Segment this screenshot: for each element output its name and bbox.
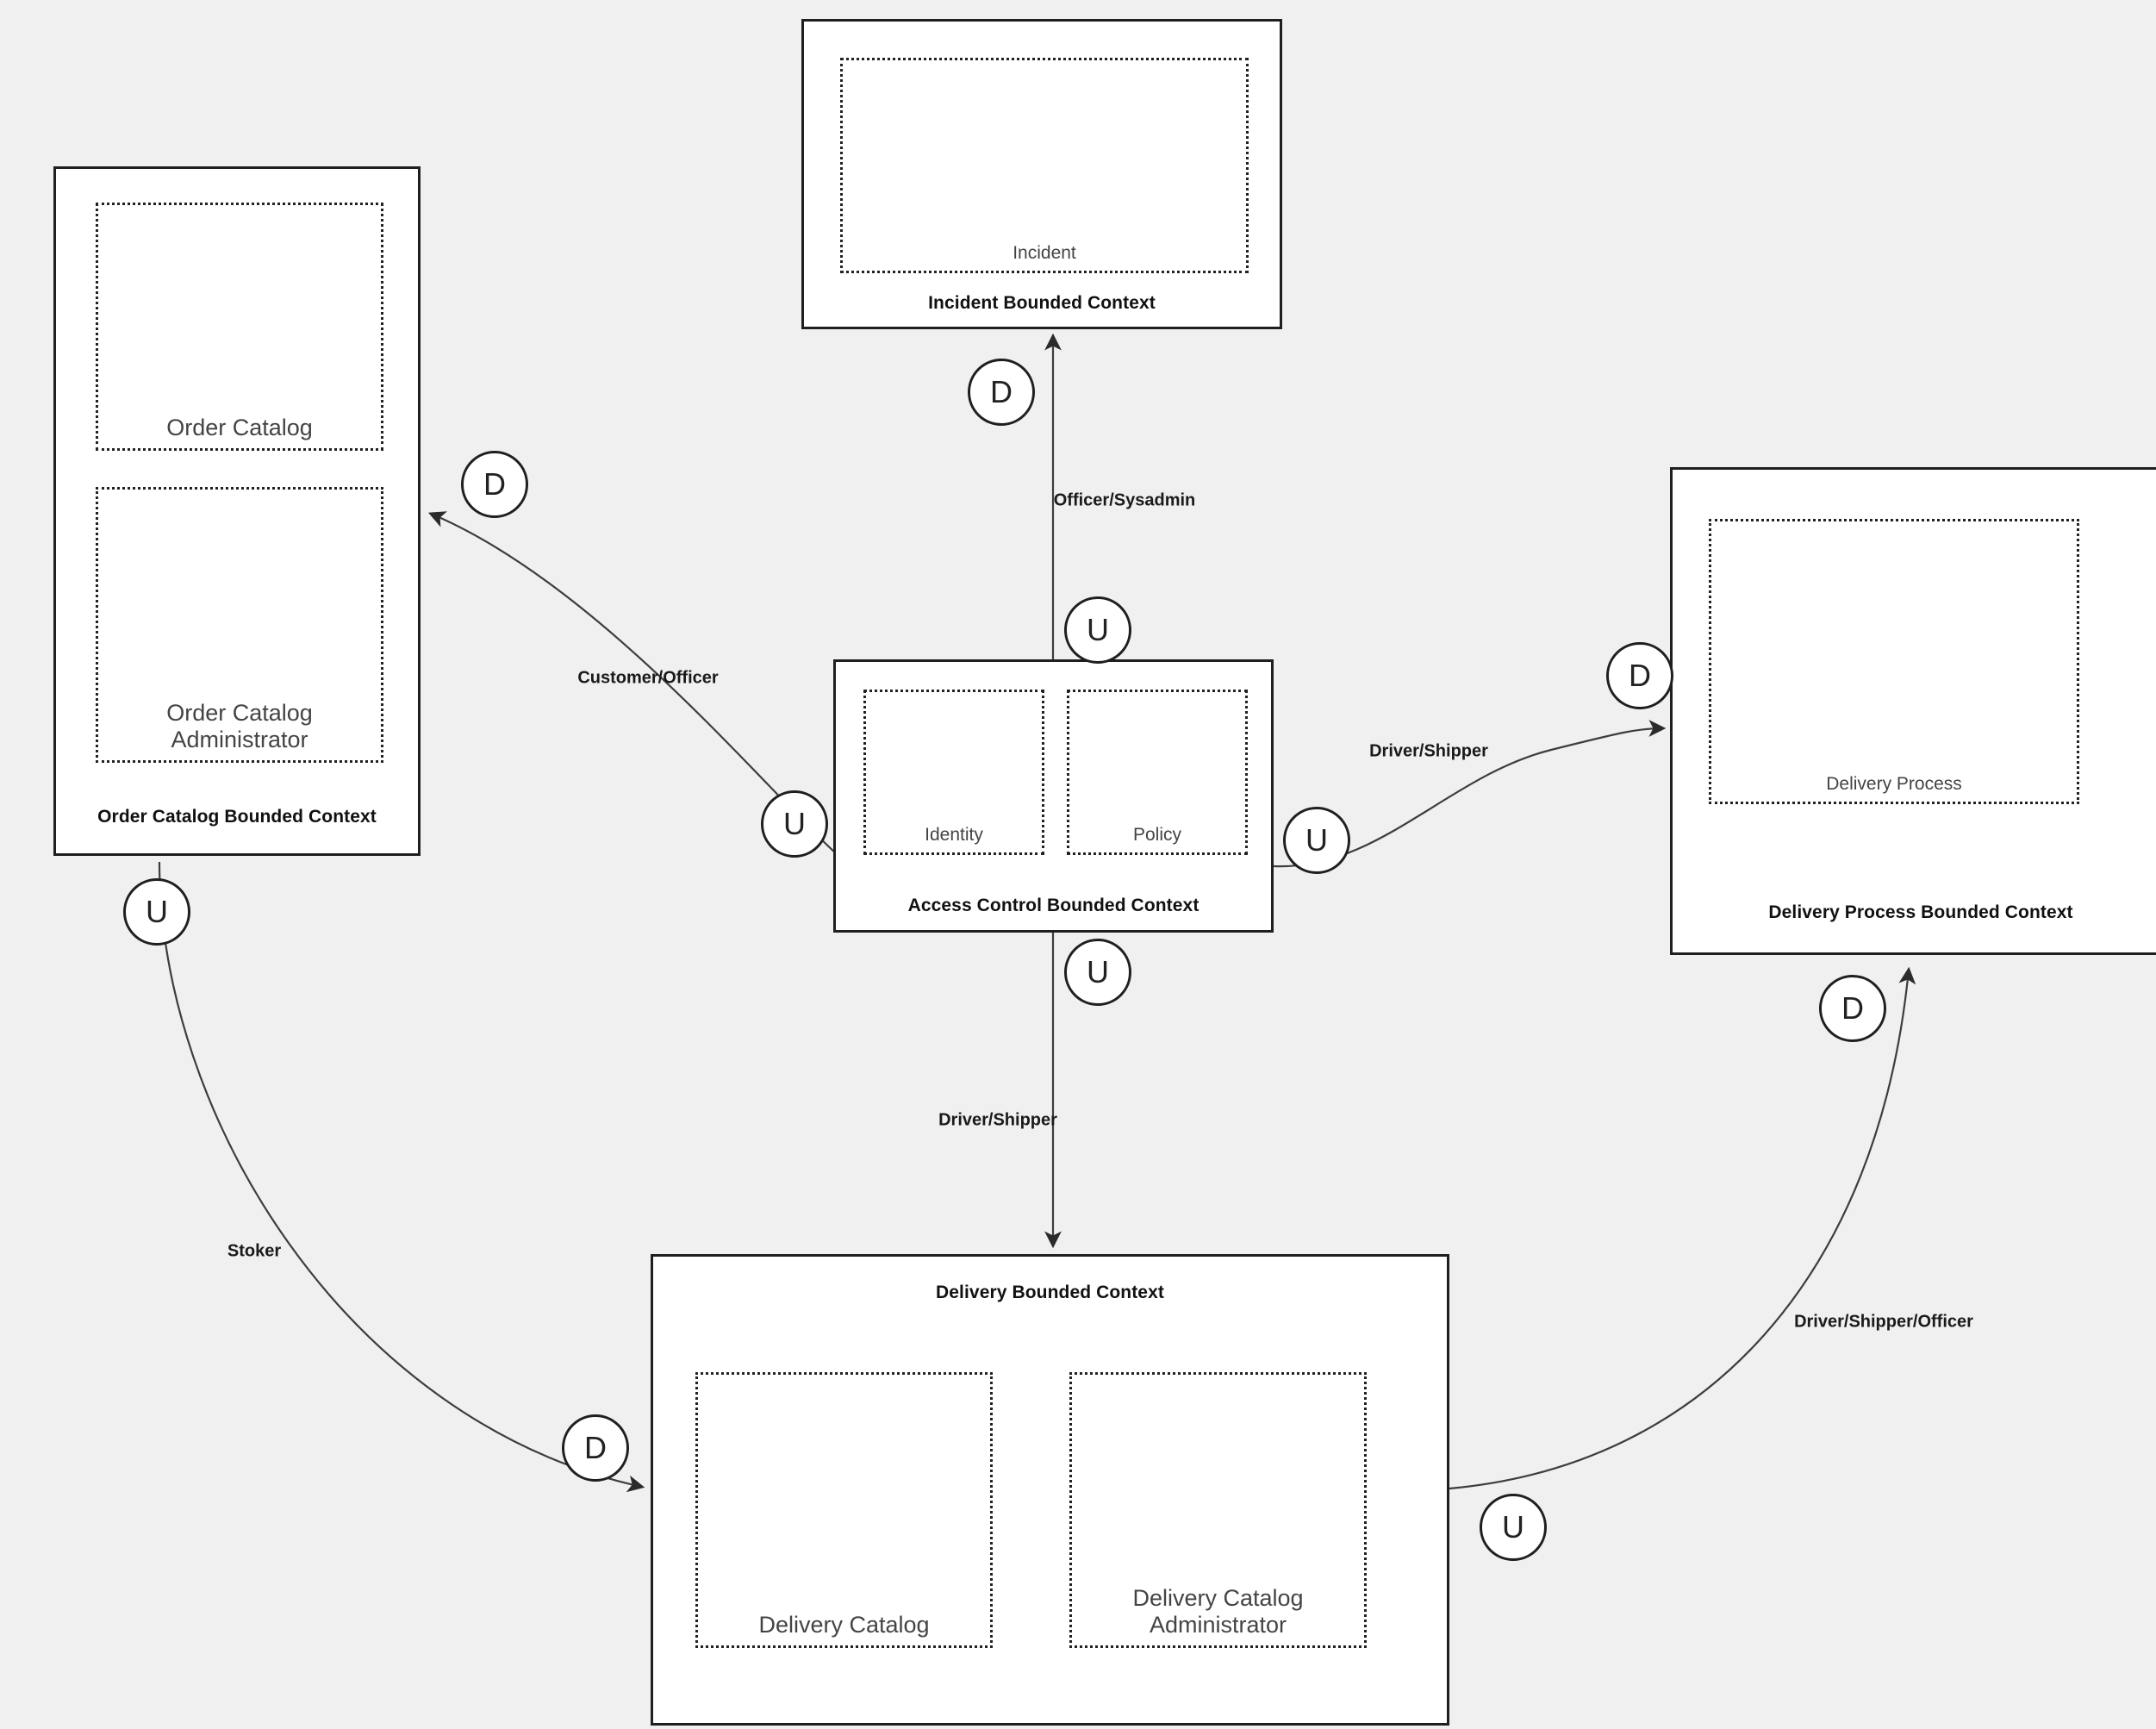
badge-downstream-delivery-process[interactable]: D: [1606, 642, 1673, 709]
bounded-context-order-catalog[interactable]: Order Catalog Order Catalog Administrato…: [53, 166, 421, 856]
aggregate-incident[interactable]: Incident: [840, 58, 1249, 273]
badge-downstream-delivery-process-from-delivery[interactable]: D: [1819, 975, 1886, 1042]
bounded-context-delivery[interactable]: Delivery Bounded Context Delivery Catalo…: [651, 1254, 1449, 1726]
edge-label-customer-officer: Customer/Officer: [577, 668, 719, 688]
bounded-context-access-control-title: Access Control Bounded Context: [907, 896, 1200, 915]
badge-upstream-access-control-delivery-process[interactable]: U: [1283, 807, 1350, 874]
aggregate-policy-label: Policy: [1132, 825, 1182, 845]
badge-upstream-access-control-incident[interactable]: U: [1064, 596, 1131, 664]
edge-label-driver-shipper-officer: Driver/Shipper/Officer: [1794, 1312, 1973, 1332]
aggregate-delivery-catalog-label: Delivery Catalog: [758, 1612, 930, 1638]
aggregate-order-catalog[interactable]: Order Catalog: [96, 203, 383, 451]
badge-upstream-order-catalog-delivery[interactable]: U: [123, 878, 190, 946]
aggregate-delivery-process-label: Delivery Process: [1826, 774, 1962, 794]
badge-upstream-access-control-order-catalog[interactable]: U: [761, 790, 828, 858]
badge-downstream-delivery-from-order-catalog[interactable]: D: [562, 1414, 629, 1482]
aggregate-identity-label: Identity: [925, 825, 983, 845]
aggregate-order-catalog-label: Order Catalog: [166, 415, 313, 440]
bounded-context-incident-title: Incident Bounded Context: [928, 293, 1156, 313]
bounded-context-delivery-title: Delivery Bounded Context: [936, 1283, 1164, 1302]
aggregate-policy[interactable]: Policy: [1067, 690, 1248, 855]
edge-label-officer-sysadmin: Officer/Sysadmin: [1053, 490, 1196, 510]
badge-upstream-access-control-delivery[interactable]: U: [1064, 939, 1131, 1006]
bounded-context-order-catalog-title: Order Catalog Bounded Context: [97, 807, 377, 827]
aggregate-incident-label: Incident: [1013, 243, 1076, 263]
context-map-canvas: Incident Incident Bounded Context Order …: [0, 0, 2156, 1729]
edge-order-catalog-to-delivery: [158, 861, 645, 1493]
aggregate-order-catalog-administrator[interactable]: Order Catalog Administrator: [96, 487, 383, 763]
edge-label-driver-shipper-process: Driver/Shipper: [1369, 741, 1488, 761]
edge-delivery-to-delivery-process: [1449, 966, 1916, 1490]
aggregate-delivery-catalog[interactable]: Delivery Catalog: [695, 1372, 993, 1648]
aggregate-delivery-catalog-administrator-label: Delivery Catalog Administrator: [1132, 1585, 1304, 1638]
aggregate-order-catalog-administrator-label: Order Catalog Administrator: [166, 700, 313, 752]
badge-downstream-order-catalog[interactable]: D: [461, 451, 528, 518]
badge-downstream-incident[interactable]: D: [968, 359, 1035, 426]
edge-label-stoker: Stoker: [227, 1241, 282, 1261]
badge-upstream-delivery-delivery-process[interactable]: U: [1480, 1494, 1547, 1561]
bounded-context-incident[interactable]: Incident Incident Bounded Context: [801, 19, 1282, 329]
aggregate-delivery-process[interactable]: Delivery Process: [1709, 519, 2079, 804]
bounded-context-access-control[interactable]: Identity Policy Access Control Bounded C…: [833, 659, 1274, 933]
aggregate-delivery-catalog-administrator[interactable]: Delivery Catalog Administrator: [1069, 1372, 1367, 1648]
bounded-context-delivery-process-title: Delivery Process Bounded Context: [1768, 902, 2073, 922]
edge-label-driver-shipper-delivery: Driver/Shipper: [938, 1110, 1057, 1130]
bounded-context-delivery-process[interactable]: Delivery Process Delivery Process Bounde…: [1670, 467, 2156, 955]
aggregate-identity[interactable]: Identity: [863, 690, 1044, 855]
